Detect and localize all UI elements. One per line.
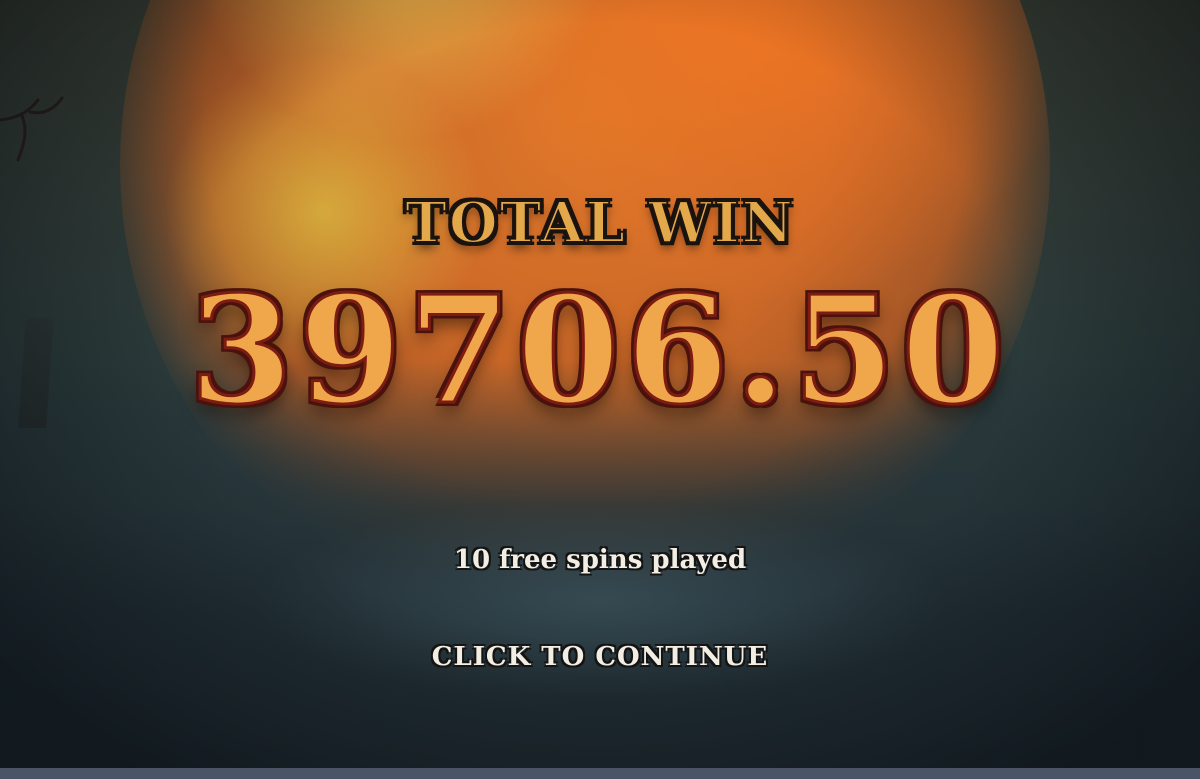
click-to-continue-button[interactable]: CLICK TO CONTINUE bbox=[0, 642, 1200, 672]
bottom-bar bbox=[0, 768, 1200, 779]
free-spins-result-screen[interactable]: TOTAL WIN 39706.50 10 free spins played … bbox=[0, 0, 1200, 779]
free-spins-played-text: 10 free spins played bbox=[453, 545, 747, 575]
total-win-amount: 39706.50 bbox=[188, 263, 1011, 437]
total-win-label: TOTAL WIN bbox=[404, 189, 795, 257]
